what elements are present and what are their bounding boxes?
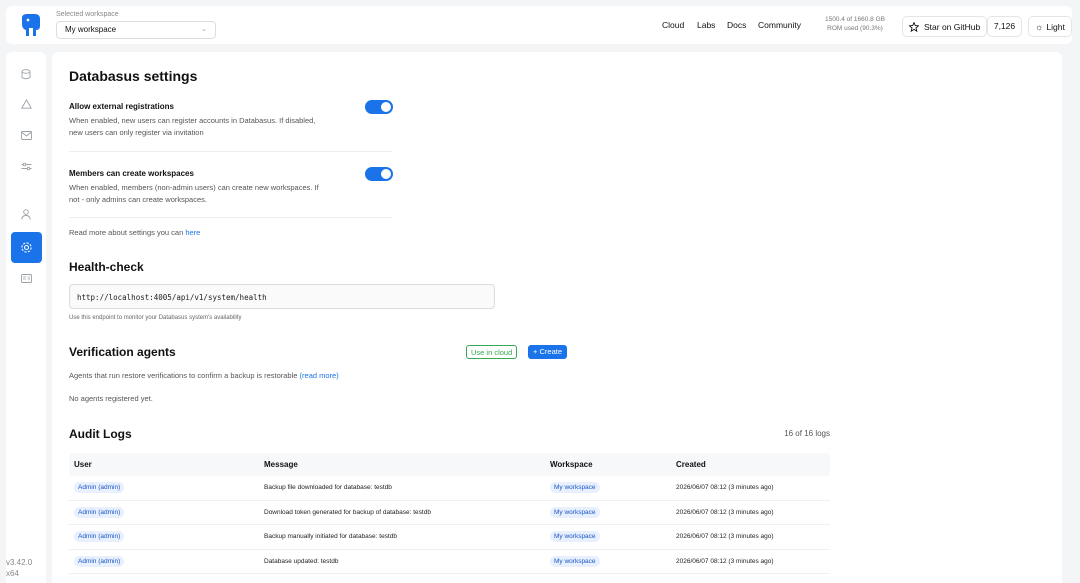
database-icon[interactable] xyxy=(16,64,36,84)
table-row[interactable]: Admin (admin) Database updated: testdb M… xyxy=(69,550,830,574)
github-star-button[interactable]: Star on GitHub xyxy=(902,16,988,37)
create-agent-label: Create xyxy=(539,347,562,356)
agents-description: Agents that run restore verifications to… xyxy=(69,371,339,380)
audit-logs-title: Audit Logs xyxy=(69,427,132,441)
settings-read-more-link[interactable]: here xyxy=(185,228,200,237)
settings-read-more-text: Read more about settings you can xyxy=(69,228,184,237)
table-row[interactable]: Admin (admin) Backup manually initiated … xyxy=(69,525,830,550)
table-row[interactable]: Admin (admin) Download token generated f… xyxy=(69,501,830,525)
workspace-label: Selected workspace xyxy=(56,11,119,18)
column-header-user[interactable]: User xyxy=(69,460,260,469)
divider xyxy=(69,151,392,152)
external-registrations-desc: When enabled, new users can register acc… xyxy=(69,116,316,137)
nav-cloud[interactable]: Cloud xyxy=(662,20,684,30)
user-badge: Admin (admin) xyxy=(74,531,125,543)
version-arch: x64 xyxy=(6,569,19,578)
workspace-badge: My workspace xyxy=(550,482,600,494)
log-message: Backup manually initiated for database: … xyxy=(264,533,397,541)
theme-toggle-button[interactable]: ☼ Light xyxy=(1028,16,1072,37)
health-endpoint-field[interactable]: http://localhost:4005/api/v1/system/heal… xyxy=(69,284,495,309)
create-agent-button[interactable]: + Create xyxy=(528,345,567,359)
chevron-down-icon: ⌄ xyxy=(201,26,207,33)
elephant-logo-icon[interactable] xyxy=(18,12,44,38)
log-created: 2026/06/07 08:12 (3 minutes ago) xyxy=(676,508,774,516)
rom-usage-amount: 1500.4 of 1660.8 GB xyxy=(825,16,885,23)
audit-logs-table: User Message Workspace Created Admin (ad… xyxy=(69,453,830,574)
column-header-created[interactable]: Created xyxy=(672,460,830,469)
id-card-icon[interactable] xyxy=(16,268,36,288)
sidebar xyxy=(6,52,46,583)
sliders-icon[interactable] xyxy=(16,156,36,176)
use-in-cloud-button[interactable]: Use in cloud xyxy=(466,345,518,359)
agents-empty-state: No agents registered yet. xyxy=(69,394,153,403)
workspace-badge: My workspace xyxy=(550,555,600,567)
page-title: Databasus settings xyxy=(69,68,198,84)
user-badge: Admin (admin) xyxy=(74,506,125,518)
version-number: v3.42.0 xyxy=(6,558,33,567)
main-content: Databasus settings Allow external regist… xyxy=(52,52,1062,583)
mail-icon[interactable] xyxy=(16,125,36,145)
column-header-workspace[interactable]: Workspace xyxy=(546,460,672,469)
plus-icon: + xyxy=(533,347,538,356)
app-version: v3.42.0 x64 xyxy=(6,557,32,579)
log-message: Database updated: testdb xyxy=(264,557,339,565)
agents-read-more-link[interactable]: (read more) xyxy=(300,371,339,380)
nav-labs[interactable]: Labs xyxy=(697,20,715,30)
log-message: Backup file downloaded for database: tes… xyxy=(264,484,392,492)
members-workspaces-toggle[interactable] xyxy=(365,167,393,181)
external-registrations-title: Allow external registrations xyxy=(69,102,174,111)
divider xyxy=(69,217,392,218)
table-header: User Message Workspace Created xyxy=(69,453,830,476)
top-bar: Selected workspace My workspace ⌄ Cloud … xyxy=(6,6,1072,44)
user-badge: Admin (admin) xyxy=(74,555,125,567)
user-icon[interactable] xyxy=(16,204,36,224)
github-star-label: Star on GitHub xyxy=(924,21,981,32)
warning-icon[interactable] xyxy=(16,94,36,114)
nav-community[interactable]: Community xyxy=(758,20,801,30)
log-created: 2026/06/07 08:12 (3 minutes ago) xyxy=(676,557,774,565)
github-star-count[interactable]: 7,126 xyxy=(987,16,1022,37)
sun-icon: ☼ xyxy=(1035,21,1044,32)
rom-usage: 1500.4 of 1660.8 GB ROM used (90.3%) xyxy=(814,15,896,33)
workspace-select[interactable]: My workspace ⌄ xyxy=(56,21,216,39)
workspace-badge: My workspace xyxy=(550,531,600,543)
settings-read-more: Read more about settings you can here xyxy=(69,228,200,237)
rom-usage-percent: ROM used (90.3%) xyxy=(827,25,883,32)
agents-description-text: Agents that run restore verifications to… xyxy=(69,371,298,380)
settings-icon[interactable] xyxy=(11,232,42,263)
log-created: 2026/06/07 08:12 (3 minutes ago) xyxy=(676,533,774,541)
log-message: Download token generated for backup of d… xyxy=(264,508,431,516)
table-row[interactable]: Admin (admin) Backup file downloaded for… xyxy=(69,476,830,501)
verification-agents-title: Verification agents xyxy=(69,345,176,359)
health-check-title: Health-check xyxy=(69,260,144,274)
audit-logs-count: 16 of 16 logs xyxy=(784,429,830,438)
star-icon xyxy=(909,21,919,32)
column-header-message[interactable]: Message xyxy=(260,460,546,469)
user-badge: Admin (admin) xyxy=(74,482,125,494)
workspace-badge: My workspace xyxy=(550,506,600,518)
members-workspaces-title: Members can create workspaces xyxy=(69,169,194,178)
workspace-select-value: My workspace xyxy=(65,25,117,34)
nav-docs[interactable]: Docs xyxy=(727,20,746,30)
theme-label: Light xyxy=(1046,21,1065,32)
health-endpoint-hint: Use this endpoint to monitor your Databa… xyxy=(69,315,242,321)
members-workspaces-desc: When enabled, members (non-admin users) … xyxy=(69,183,319,204)
log-created: 2026/06/07 08:12 (3 minutes ago) xyxy=(676,484,774,492)
external-registrations-toggle[interactable] xyxy=(365,100,393,114)
